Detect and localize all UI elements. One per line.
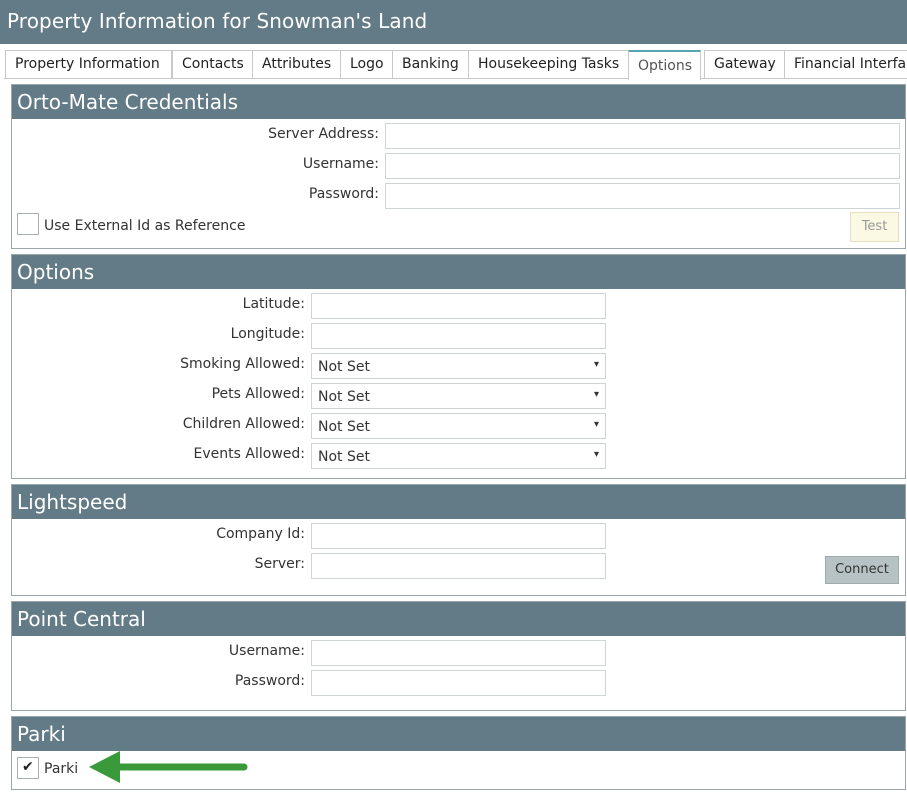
pets-allowed-value: Not Set	[318, 389, 370, 405]
pointcentral-username-input[interactable]	[311, 640, 606, 666]
smoking-allowed-select[interactable]: Not Set ▾	[311, 353, 606, 379]
chevron-down-icon: ▾	[593, 359, 599, 370]
server-address-label: Server Address:	[268, 126, 379, 142]
pets-allowed-label: Pets Allowed:	[211, 386, 305, 402]
children-allowed-select[interactable]: Not Set ▾	[311, 413, 606, 439]
parki-checkbox-label: Parki	[44, 761, 79, 777]
tab-attributes[interactable]: Attributes	[252, 50, 341, 78]
window-title-bar: Property Information for Snowman's Land	[0, 0, 907, 44]
pointcentral-panel-title: Point Central	[12, 602, 905, 636]
longitude-input[interactable]	[311, 323, 606, 349]
check-icon: ✔	[22, 759, 34, 775]
options-panel: Options Latitude: Longitude: Smoking All…	[11, 254, 906, 479]
tab-options[interactable]: Options	[628, 50, 701, 80]
test-button[interactable]: Test	[850, 212, 899, 242]
smoking-allowed-value: Not Set	[318, 359, 370, 375]
ortomate-password-label: Password:	[308, 186, 379, 202]
options-panel-title: Options	[12, 255, 905, 289]
ortomate-panel-title: Orto-Mate Credentials	[12, 85, 905, 119]
children-allowed-label: Children Allowed:	[182, 416, 305, 432]
lightspeed-server-input[interactable]	[311, 553, 606, 579]
window-title: Property Information for Snowman's Land	[7, 9, 428, 33]
external-id-checkbox[interactable]	[17, 213, 39, 235]
pointcentral-password-label: Password:	[234, 673, 305, 689]
connect-button[interactable]: Connect	[825, 556, 899, 584]
tab-banking[interactable]: Banking	[392, 50, 469, 78]
longitude-label: Longitude:	[230, 326, 305, 342]
ortomate-username-input[interactable]	[385, 153, 900, 179]
external-id-label: Use External Id as Reference	[44, 218, 246, 234]
company-id-input[interactable]	[311, 523, 606, 549]
tab-financial-interface[interactable]: Financial Interfa	[784, 50, 907, 78]
tab-property-information[interactable]: Property Information	[5, 50, 172, 78]
smoking-allowed-label: Smoking Allowed:	[180, 356, 305, 372]
ortomate-password-input[interactable]	[385, 183, 900, 209]
parki-panel-title: Parki	[12, 717, 905, 751]
events-allowed-label: Events Allowed:	[193, 446, 305, 462]
parki-checkbox[interactable]: ✔	[17, 757, 39, 779]
company-id-label: Company Id:	[216, 526, 305, 542]
tab-bar-divider	[4, 78, 907, 79]
tab-gateway[interactable]: Gateway	[704, 50, 785, 78]
pointcentral-panel: Point Central Username: Password:	[11, 601, 906, 711]
events-allowed-value: Not Set	[318, 449, 370, 465]
pointcentral-username-label: Username:	[228, 643, 305, 659]
children-allowed-value: Not Set	[318, 419, 370, 435]
latitude-input[interactable]	[311, 293, 606, 319]
ortomate-username-label: Username:	[302, 156, 379, 172]
ortomate-panel: Orto-Mate Credentials Server Address: Us…	[11, 84, 906, 249]
pointcentral-password-input[interactable]	[311, 670, 606, 696]
parki-panel: Parki ✔ Parki	[11, 716, 906, 790]
lightspeed-server-label: Server:	[254, 556, 305, 572]
tab-logo[interactable]: Logo	[340, 50, 393, 78]
chevron-down-icon: ▾	[593, 419, 599, 430]
lightspeed-panel: Lightspeed Company Id: Server: Connect	[11, 484, 906, 596]
server-address-input[interactable]	[385, 123, 900, 149]
tab-contacts[interactable]: Contacts	[172, 50, 253, 78]
chevron-down-icon: ▾	[593, 449, 599, 460]
chevron-down-icon: ▾	[593, 389, 599, 400]
events-allowed-select[interactable]: Not Set ▾	[311, 443, 606, 469]
pets-allowed-select[interactable]: Not Set ▾	[311, 383, 606, 409]
lightspeed-panel-title: Lightspeed	[12, 485, 905, 519]
latitude-label: Latitude:	[242, 296, 305, 312]
tab-housekeeping-tasks[interactable]: Housekeeping Tasks	[468, 50, 629, 78]
